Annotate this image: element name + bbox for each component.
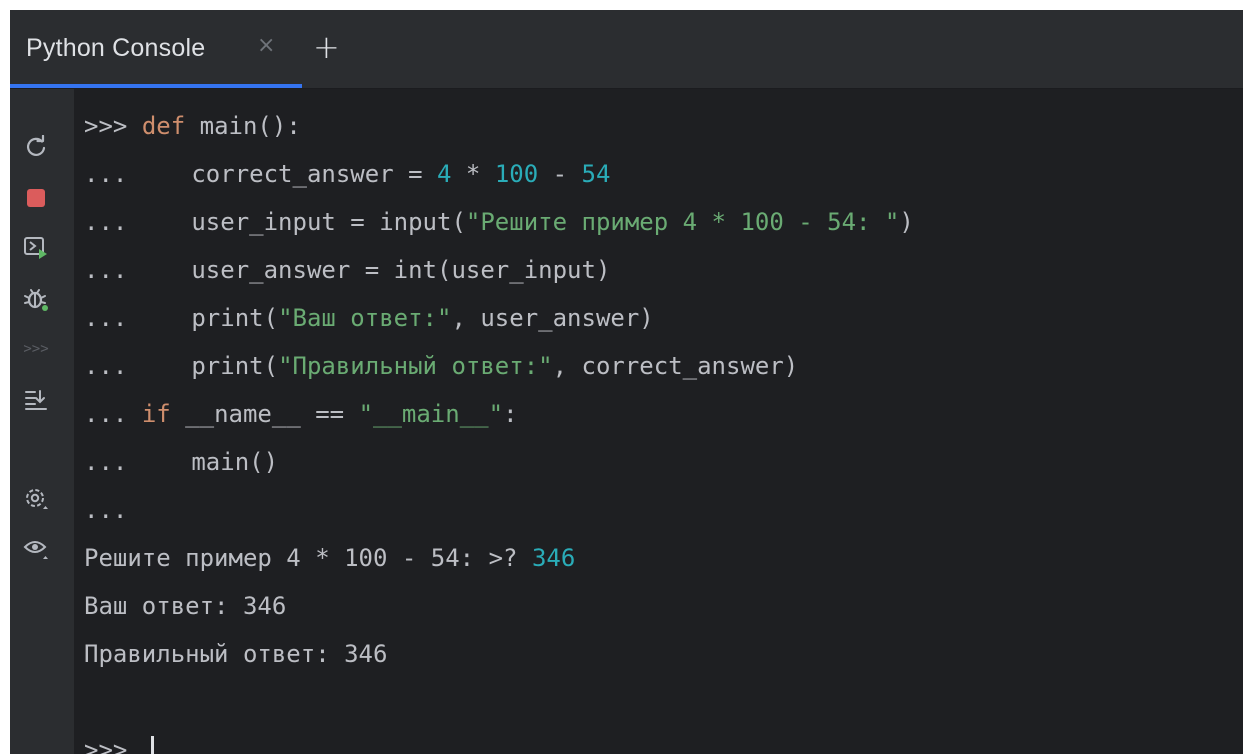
close-tab-icon[interactable]: × xyxy=(257,33,275,58)
code-line: ... main() xyxy=(84,448,279,476)
continuation-prompt: ... xyxy=(84,496,128,524)
output-line: Ваш ответ: 346 xyxy=(84,592,287,620)
output-line: Правильный ответ: 346 xyxy=(84,640,388,668)
code-line: ... correct_answer = 4 * 100 - 54 xyxy=(84,160,611,188)
attach-debugger-icon[interactable] xyxy=(22,285,50,313)
continuation-prompt: ... xyxy=(84,160,128,188)
continuation-prompt: ... xyxy=(84,400,128,428)
string-literal: "Ваш ответ:" xyxy=(278,304,452,332)
console-output[interactable]: >>> def main(): ... correct_answer = 4 * … xyxy=(84,102,1243,754)
code-line: ... xyxy=(84,486,1243,534)
output-line: Решите пример 4 * 100 - 54: >? 346 xyxy=(84,544,576,572)
stop-icon[interactable] xyxy=(22,184,50,212)
code-text: main(): xyxy=(185,112,301,140)
continuation-prompt: ... xyxy=(84,352,128,380)
active-tab-indicator xyxy=(10,84,302,88)
settings-icon[interactable] xyxy=(22,485,50,513)
code-line: ... if __name__ == "__main__": xyxy=(84,400,518,428)
tab-python-console[interactable]: Python Console × xyxy=(10,10,302,88)
continuation-prompt: ... xyxy=(84,448,128,476)
keyword: if xyxy=(141,400,171,428)
string-literal: "__main__" xyxy=(358,400,504,428)
prompt: >>> xyxy=(84,112,128,140)
execute-current-statement-icon[interactable] xyxy=(22,234,50,262)
code-line: ... print("Ваш ответ:", user_answer) xyxy=(84,304,654,332)
code-line: ... user_answer = int(user_input) xyxy=(84,256,611,284)
show-variables-icon[interactable] xyxy=(22,535,50,563)
scroll-to-end-icon[interactable] xyxy=(22,385,50,413)
code-line: ... user_input = input("Решите пример 4 *… xyxy=(84,208,914,236)
user-input-value: 346 xyxy=(531,544,576,572)
rerun-icon[interactable] xyxy=(22,133,50,161)
history-icon[interactable]: >>> xyxy=(22,335,50,363)
input-line[interactable]: >>> xyxy=(84,726,1243,754)
keyword: def xyxy=(141,112,186,140)
tab-label: Python Console xyxy=(26,34,206,62)
console-toolbar: >>> xyxy=(10,89,74,754)
new-console-button[interactable]: + xyxy=(313,28,340,66)
string-literal: "Решите пример 4 * 100 - 54: " xyxy=(465,208,900,236)
continuation-prompt: ... xyxy=(84,304,128,332)
continuation-prompt: ... xyxy=(84,256,128,284)
code-line: >>> def main(): xyxy=(84,102,1243,150)
prompt: >>> xyxy=(84,736,128,754)
text-cursor xyxy=(151,736,155,754)
tab-bar: Python Console × + xyxy=(10,10,1243,89)
code-line: ... print("Правильный ответ:", correct_an… xyxy=(84,352,799,380)
continuation-prompt: ... xyxy=(84,208,128,236)
string-literal: "Правильный ответ:" xyxy=(278,352,553,380)
python-console-window: Python Console × + >>> >>> def main(): .… xyxy=(10,10,1243,754)
